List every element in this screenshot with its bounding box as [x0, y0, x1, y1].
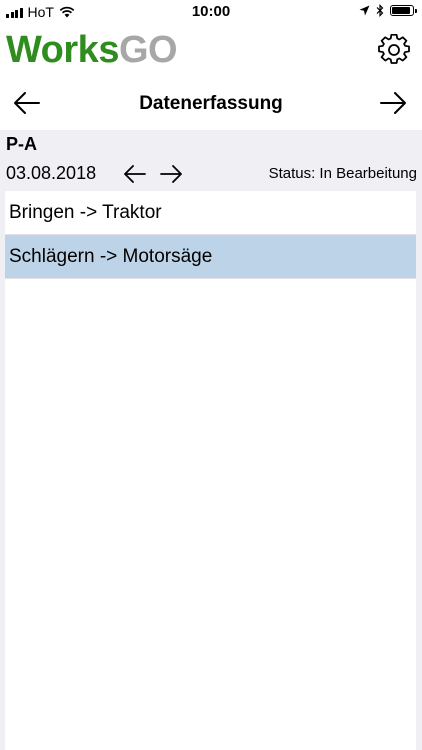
status-bar: HoT 10:00 [0, 0, 422, 24]
navigation-bar: Datenerfassung [0, 76, 422, 130]
logo-go: GO [118, 29, 178, 71]
battery-icon [390, 5, 417, 16]
forward-arrow-icon[interactable] [378, 89, 408, 117]
project-label: P-A [6, 134, 37, 154]
list-item[interactable]: Schlägern -> Motorsäge [5, 235, 416, 279]
previous-date-arrow-icon[interactable] [122, 162, 148, 186]
app-header: WorksGO [0, 24, 422, 76]
list-item[interactable]: Bringen -> Traktor [5, 191, 416, 235]
next-date-arrow-icon[interactable] [158, 162, 184, 186]
activity-list: Bringen -> Traktor Schlägern -> Motorsäg… [5, 191, 416, 750]
location-icon [359, 5, 370, 16]
status-bar-right [359, 4, 417, 17]
gear-icon[interactable] [378, 34, 410, 66]
app-logo: WorksGO [6, 29, 178, 71]
date-row: 03.08.2018 Status: In Bearbeitung [0, 160, 422, 188]
bluetooth-icon [376, 4, 384, 17]
status-text: Status: In Bearbeitung [268, 165, 417, 182]
page-title: Datenerfassung [139, 93, 283, 114]
logo-works: Works [6, 29, 119, 71]
date-label: 03.08.2018 [6, 163, 97, 183]
